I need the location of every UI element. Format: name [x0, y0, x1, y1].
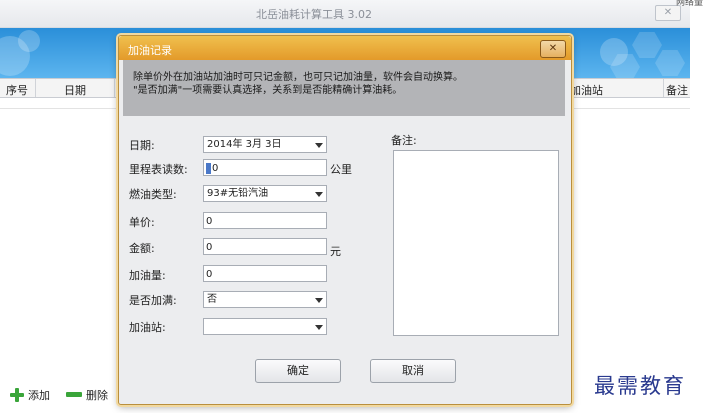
odometer-unit: 公里 [330, 163, 352, 176]
dialog-titlebar[interactable]: 加油记录 ✕ [119, 36, 571, 60]
chevron-down-icon [315, 325, 323, 330]
minus-icon [66, 392, 82, 397]
dialog-title: 加油记录 [128, 44, 172, 57]
column-divider [114, 79, 115, 97]
notes-textarea[interactable] [393, 150, 559, 336]
main-titlebar: 北岳油耗计算工具 3.02 ✕ [0, 0, 690, 28]
dialog-close-button[interactable]: ✕ [540, 40, 566, 58]
odometer-value: 0 [212, 163, 219, 174]
fuel-record-dialog: 加油记录 ✕ 除单价外在加油站加油时可只记金额，也可只记加油量，软件会自动换算。… [118, 35, 572, 405]
full-tank-select[interactable]: 否 [203, 291, 327, 308]
full-tank-label: 是否加满: [129, 294, 177, 307]
records-toolbar: 添加 删除 [0, 378, 130, 408]
date-value: 2014年 3月 3日 [207, 139, 282, 150]
fuel-type-value: 93#无铅汽油 [207, 188, 269, 199]
full-tank-value: 否 [207, 294, 217, 305]
price-label: 单价: [129, 216, 155, 229]
main-close-button[interactable]: ✕ [655, 5, 681, 21]
fuel-type-label: 燃油类型: [129, 188, 177, 201]
date-picker[interactable]: 2014年 3月 3日 [203, 136, 327, 153]
chevron-down-icon [315, 298, 323, 303]
watermark-text: 最需教育 [594, 374, 686, 398]
station-label: 加油站: [129, 321, 166, 334]
banner-decoration [655, 50, 685, 76]
column-divider [663, 79, 664, 97]
delete-record-button[interactable]: 删除 [66, 387, 108, 403]
volume-label: 加油量: [129, 269, 166, 282]
odometer-label: 里程表读数: [129, 163, 188, 176]
amount-label: 金额: [129, 242, 155, 255]
ok-button[interactable]: 确定 [255, 359, 341, 383]
text-cursor [206, 162, 211, 174]
cancel-button[interactable]: 取消 [370, 359, 456, 383]
banner-decoration [632, 32, 662, 58]
price-input[interactable]: 0 [203, 212, 327, 229]
banner-decoration [18, 30, 40, 52]
amount-input[interactable]: 0 [203, 238, 327, 255]
notes-label: 备注: [391, 134, 417, 147]
dialog-notice: 除单价外在加油站加油时可只记金额，也可只记加油量，软件会自动换算。 "是否加满"… [123, 60, 565, 116]
plus-icon [10, 388, 24, 402]
delete-record-label: 删除 [86, 389, 108, 402]
corner-text: 网络量 [676, 0, 704, 6]
add-record-button[interactable]: 添加 [10, 387, 50, 403]
add-record-label: 添加 [28, 389, 50, 402]
chevron-down-icon [315, 192, 323, 197]
volume-input[interactable]: 0 [203, 265, 327, 282]
column-divider [35, 79, 36, 97]
chevron-down-icon [315, 143, 323, 148]
date-label: 日期: [129, 139, 155, 152]
app-title: 北岳油耗计算工具 3.02 [256, 8, 372, 21]
odometer-input[interactable]: 0 [203, 159, 327, 176]
amount-unit: 元 [330, 245, 341, 258]
station-select[interactable] [203, 318, 327, 335]
notice-line-2: "是否加满"一项需要认真选择，关系到是否能精确计算油耗。 [133, 85, 403, 96]
fuel-type-select[interactable]: 93#无铅汽油 [203, 185, 327, 202]
